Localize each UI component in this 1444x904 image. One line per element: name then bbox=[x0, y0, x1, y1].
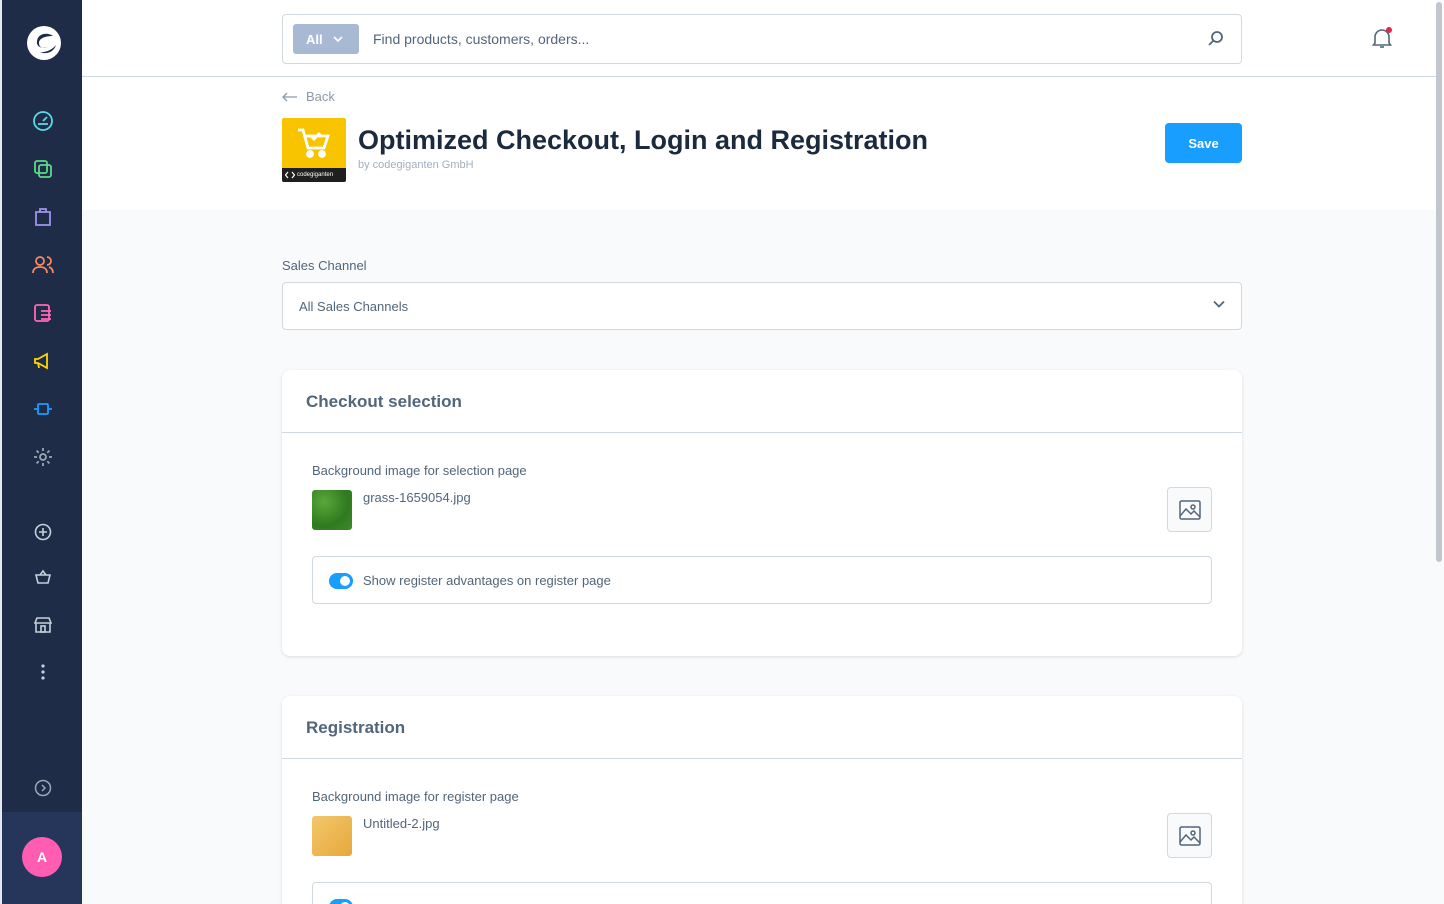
code-brackets-icon bbox=[285, 171, 295, 179]
dashboard-icon[interactable] bbox=[31, 109, 55, 133]
registration-card: Registration Background image for regist… bbox=[282, 696, 1242, 904]
collapse-sidebar-icon[interactable] bbox=[31, 776, 55, 800]
basket-icon[interactable] bbox=[31, 565, 55, 589]
settings-gear-icon[interactable] bbox=[31, 445, 55, 469]
card-title: Registration bbox=[306, 718, 406, 737]
register-advantages-switch-field: Show register advantages on register pag… bbox=[312, 556, 1212, 604]
image-icon bbox=[1178, 825, 1201, 846]
checkout-selection-card: Checkout selection Background image for … bbox=[282, 370, 1242, 656]
sales-channel-select[interactable]: All Sales Channels bbox=[282, 282, 1242, 330]
plugin-logo: codegiganten bbox=[282, 118, 346, 182]
storefront-icon[interactable] bbox=[31, 613, 55, 637]
sales-channel-label: Sales Channel bbox=[282, 258, 367, 273]
field-label: Background image for register page bbox=[312, 789, 519, 804]
sidebar-user-area: A bbox=[2, 812, 82, 904]
divider bbox=[282, 758, 1242, 759]
page-subtitle: by codegiganten GmbH bbox=[358, 159, 474, 171]
chevron-down-icon bbox=[333, 35, 343, 42]
toggle-label: Show register advantages on register pag… bbox=[363, 573, 611, 588]
shopware-logo-icon[interactable] bbox=[26, 25, 62, 61]
sidebar: A bbox=[0, 0, 82, 904]
card-title: Checkout selection bbox=[306, 392, 462, 411]
page-header: Back codegiganten Optimized Checkout, Lo… bbox=[82, 77, 1438, 210]
topbar: All bbox=[82, 0, 1438, 77]
orders-icon[interactable] bbox=[31, 205, 55, 229]
catalogues-icon[interactable] bbox=[31, 157, 55, 181]
media-upload-button[interactable] bbox=[1167, 813, 1212, 858]
plugin-brand-strip: codegiganten bbox=[282, 168, 346, 182]
chevron-down-icon bbox=[1213, 300, 1225, 308]
avatar[interactable]: A bbox=[22, 837, 62, 877]
add-circle-icon[interactable] bbox=[31, 520, 55, 544]
image-icon bbox=[1178, 499, 1201, 520]
extensions-icon[interactable] bbox=[31, 397, 55, 421]
file-name: grass-1659054.jpg bbox=[363, 490, 471, 505]
image-thumbnail[interactable] bbox=[312, 816, 352, 856]
save-button[interactable]: Save bbox=[1165, 123, 1242, 163]
divider bbox=[282, 432, 1242, 433]
media-upload-button[interactable] bbox=[1167, 487, 1212, 532]
content-icon[interactable] bbox=[31, 301, 55, 325]
toggle-switch[interactable] bbox=[329, 573, 353, 589]
customers-icon[interactable] bbox=[31, 253, 55, 277]
marketing-icon[interactable] bbox=[31, 349, 55, 373]
notification-bell-icon[interactable] bbox=[1370, 26, 1394, 50]
search-input[interactable] bbox=[363, 15, 1183, 63]
more-vertical-icon[interactable] bbox=[31, 660, 55, 684]
plugin-brand-label: codegiganten bbox=[297, 172, 334, 178]
switch-field bbox=[312, 882, 1212, 904]
page-title: Optimized Checkout, Login and Registrati… bbox=[358, 125, 929, 155]
global-search: All bbox=[282, 14, 1242, 64]
page-scrollbar[interactable] bbox=[1436, 2, 1442, 562]
search-type-label: All bbox=[306, 31, 323, 47]
file-name: Untitled-2.jpg bbox=[363, 816, 440, 831]
toggle-switch[interactable] bbox=[329, 899, 353, 904]
arrow-left-icon bbox=[282, 92, 297, 101]
search-type-select[interactable]: All bbox=[293, 24, 359, 54]
field-label: Background image for selection page bbox=[312, 463, 527, 478]
shopping-cart-icon bbox=[298, 128, 330, 158]
sales-channel-value: All Sales Channels bbox=[299, 299, 409, 314]
search-icon[interactable] bbox=[1207, 30, 1225, 48]
back-label: Back bbox=[306, 89, 335, 104]
image-thumbnail[interactable] bbox=[312, 490, 352, 530]
back-link[interactable]: Back bbox=[282, 89, 335, 104]
